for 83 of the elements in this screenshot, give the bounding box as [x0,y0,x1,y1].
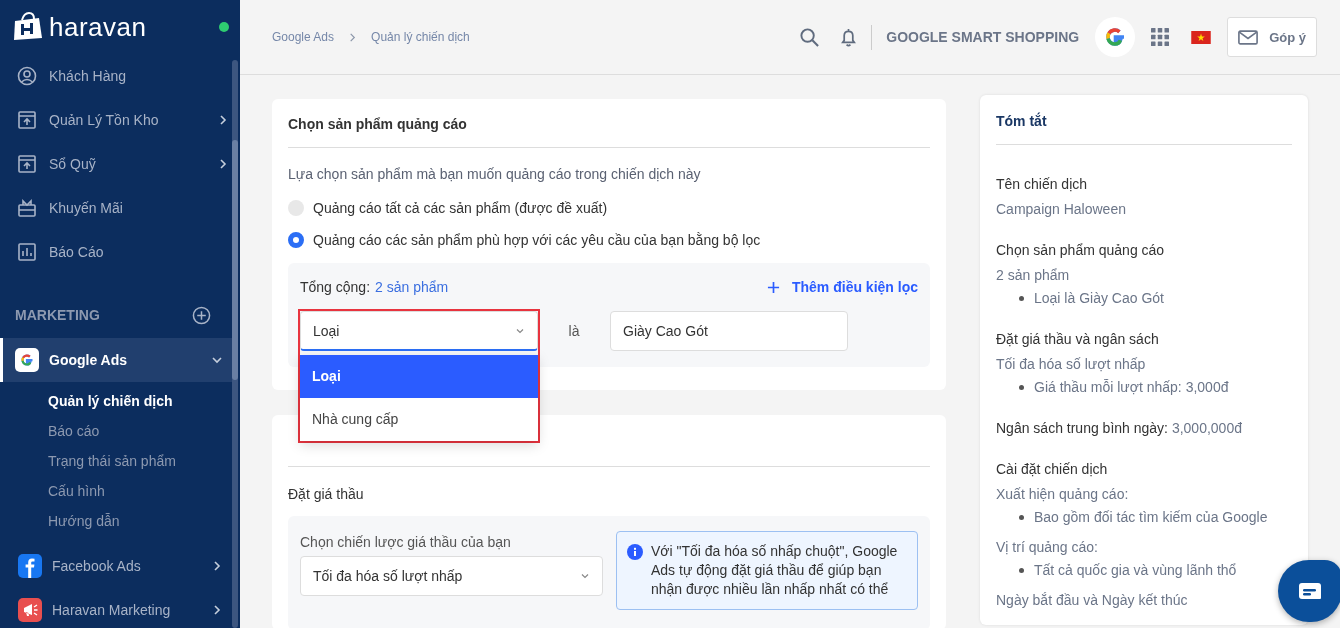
summary-text: Ngày bắt đầu và Ngày kết thúc [996,591,1189,610]
summary-title: Tóm tắt [996,95,1292,145]
chevron-right-icon [212,605,222,615]
radio-option[interactable]: Quảng cáo các sản phẩm phù hợp với các yêu cầu của bạn bằng bộ lọc [288,224,930,256]
summary-text: Vị trí quảng cáo: [996,538,1099,557]
total-count-link[interactable]: 2 sản phẩm [375,279,449,295]
app-item[interactable]: Haravan Marketing [0,588,234,628]
chevron-right-icon [212,561,222,571]
google-icon [15,348,39,372]
chart-icon [17,242,37,262]
chevron-right-icon [348,32,358,42]
summary-text: Bao gồm đối tác tìm kiếm của Google [1034,508,1268,527]
app-item[interactable]: Google Ads [0,338,234,382]
submenu-item[interactable]: Quản lý chiến dịch [48,386,173,416]
flag-icon[interactable] [1191,30,1212,44]
summary-text: Campaign Haloween [996,200,1127,219]
add-icon[interactable] [192,305,211,325]
nav-item[interactable]: Quản Lý Tồn Kho [0,98,240,142]
breadcrumb-link[interactable]: Google Ads [272,30,335,44]
strategy-select[interactable]: Tối đa hóa số lượt nhấp [300,556,603,596]
summary-text: Giá thầu mỗi lượt nhấp: 3,000đ [1034,378,1229,397]
search-icon[interactable] [799,26,821,48]
submenu-item[interactable]: Hướng dẫn [48,506,120,536]
google-icon[interactable] [1095,17,1136,57]
plus-icon [766,280,780,294]
value-input[interactable]: Giày Cao Gót [610,311,848,351]
nav-item[interactable]: Báo Cáo [0,230,240,274]
app-title: GOOGLE SMART SHOPPING [886,29,1080,45]
total-label: Tổng cộng: [300,279,371,295]
nav-item[interactable]: Khuyến Mãi [0,186,240,230]
section-title: MARKETING [15,307,100,323]
brand-name: haravan [49,11,148,43]
summary-heading: Tên chiến dịch [996,175,1089,194]
box-icon [17,110,37,130]
feedback-button[interactable]: Góp ý [1227,17,1317,57]
app-item[interactable]: Facebook Ads [0,544,234,588]
summary-text: Tối đa hóa số lượt nhấp [996,355,1147,374]
dropdown-option[interactable]: Loại [300,355,538,398]
summary-text: 2 sản phẩm [996,266,1071,285]
operator-text: là [567,323,581,339]
summary-heading: Chọn sản phẩm quảng cáo [996,241,1166,260]
chevron-down-icon [580,571,590,581]
section-subtitle: Đặt giá thầu [288,485,365,504]
chat-icon [1298,582,1322,600]
info-icon [627,544,643,560]
bag-logo-icon [11,12,45,42]
add-filter-link[interactable]: Thêm điều kiện lọc [766,279,918,295]
bullet-icon [1019,296,1024,301]
apps-grid-icon[interactable] [1151,28,1170,46]
radio-option[interactable]: Quảng cáo tất cả các sản phẩm (được đề xuất) [288,192,930,224]
gift-icon [17,198,37,218]
summary-text: Tất cả quốc gia và vùng lãnh thổ [1034,561,1237,580]
breadcrumb-link[interactable]: Quản lý chiến dịch [371,30,470,44]
chat-button[interactable] [1278,560,1340,622]
bullet-icon [1019,515,1024,520]
submenu-item[interactable]: Cấu hình [48,476,105,506]
submenu-item[interactable]: Báo cáo [48,416,100,446]
card-title: Chọn sản phẩm quảng cáo [288,99,930,148]
bullet-icon [1019,568,1024,573]
info-text: Với "Tối đa hóa số nhấp chuột", Google Ads tự động đặt giá thầu để giúp bạn nhận được nhiều lần nhấp nhất có thể [651,542,899,599]
summary-text: Xuất hiện quảng cáo: [996,485,1130,504]
submenu-item[interactable]: Trạng thái sản phẩm [48,446,176,476]
radio-label: Quảng cáo tất cả các sản phẩm (được đề xuất) [313,200,608,216]
box-icon [17,154,37,174]
megaphone-icon [18,598,42,622]
mail-icon [1238,29,1259,45]
facebook-icon [18,554,42,578]
radio-label: Quảng cáo các sản phẩm phù hợp với các yêu cầu của bạn bằng bộ lọc [313,232,761,248]
chevron-down-icon [212,355,222,365]
summary-heading: Cài đặt chiến dịch [996,460,1109,479]
scrollbar[interactable] [232,60,238,628]
field-select[interactable]: Loại [300,311,538,351]
intro-text: Lựa chọn sản phẩm mà bạn muốn quảng cáo trong chiến dịch này [288,166,702,182]
radio-button[interactable] [288,232,304,248]
summary-text: Loại là Giày Cao Gót [1034,289,1164,308]
bullet-icon [1019,385,1024,390]
summary-heading: Đặt giá thầu và ngân sách [996,330,1160,349]
dropdown-option[interactable]: Nhà cung cấp [300,398,538,441]
nav-item[interactable]: Sổ Quỹ [0,142,240,186]
summary-line: Ngân sách trung bình ngày: 3,000,000đ [996,419,1243,438]
field-label: Chọn chiến lược giá thầu của bạn [300,534,512,550]
nav-item[interactable]: Khách Hàng [0,54,240,98]
user-icon [17,66,37,86]
